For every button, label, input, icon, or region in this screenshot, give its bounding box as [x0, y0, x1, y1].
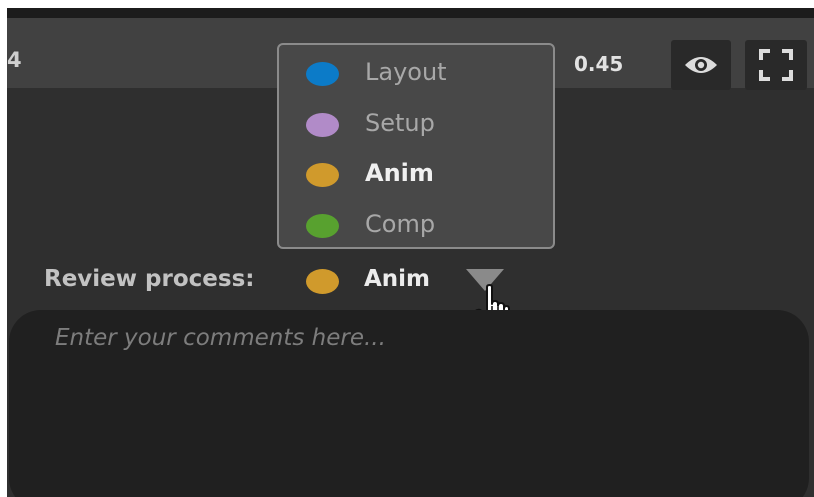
frame-number: 4	[7, 48, 22, 72]
comment-input[interactable]	[9, 310, 809, 497]
review-process-row: Review process: Anim	[7, 260, 814, 333]
status-dot	[306, 163, 339, 187]
dropdown-option-anim[interactable]: Anim	[279, 149, 553, 199]
status-dot	[306, 214, 339, 238]
option-label: Anim	[365, 159, 434, 187]
review-process-dropdown-menu: Layout Setup Anim Comp	[277, 43, 555, 249]
dropdown-option-setup[interactable]: Setup	[279, 99, 553, 149]
eye-icon	[685, 57, 717, 73]
review-panel: 4 0.45 Layout Setup Anim Comp Review pro…	[7, 8, 814, 497]
option-label: Layout	[365, 58, 447, 86]
review-process-label: Review process:	[44, 266, 255, 292]
option-label: Comp	[365, 210, 436, 238]
dropdown-option-comp[interactable]: Comp	[279, 200, 553, 250]
dropdown-option-layout[interactable]: Layout	[279, 48, 553, 98]
fullscreen-button[interactable]	[745, 40, 807, 90]
status-dot	[306, 113, 339, 137]
visibility-toggle-button[interactable]	[671, 40, 731, 90]
review-process-value[interactable]: Anim	[364, 266, 430, 292]
fullscreen-icon	[759, 49, 793, 81]
option-label: Setup	[365, 109, 435, 137]
opacity-value[interactable]: 0.45	[574, 52, 623, 76]
status-dot	[306, 62, 339, 86]
status-dot	[306, 269, 339, 294]
